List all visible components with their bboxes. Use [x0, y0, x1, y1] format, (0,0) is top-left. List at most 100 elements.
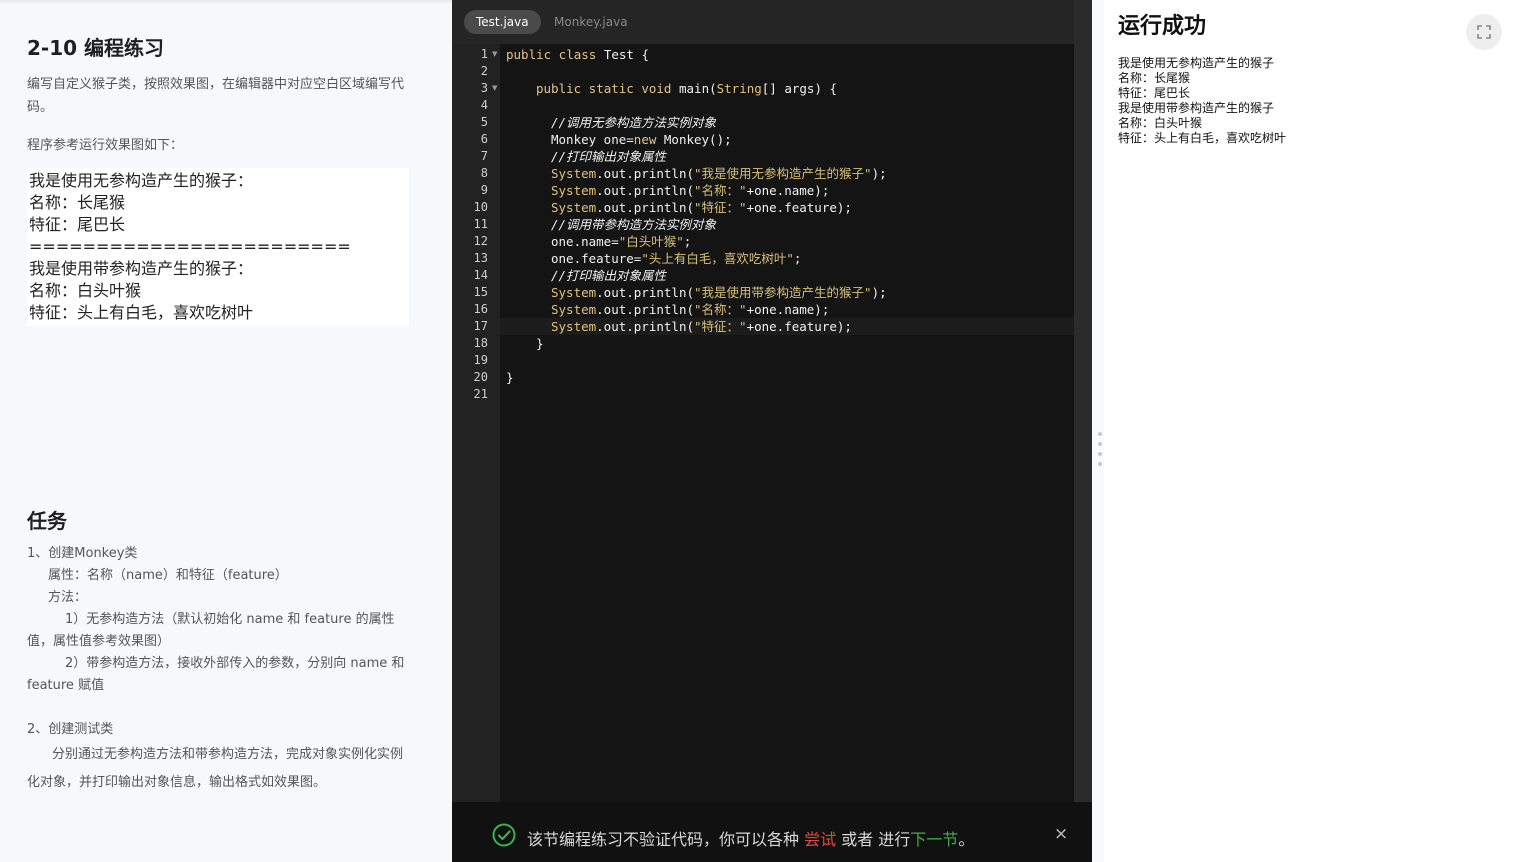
- code-text: .out.println(: [596, 166, 694, 181]
- code-text: );: [871, 166, 887, 181]
- demo-line: ========================: [29, 237, 351, 256]
- keyword: public class: [506, 47, 597, 62]
- notice-text: 该节编程练习不验证代码，你可以各种 尝试 或者 进行下一节。: [527, 826, 974, 850]
- string: "特征：": [694, 200, 747, 215]
- demo-line: 特征：尾巴长: [29, 215, 126, 234]
- task-detail: 1）无参构造方法（默认初始化 name 和 feature 的属性值，属性值参考…: [27, 612, 395, 649]
- line-number: 2: [480, 64, 488, 78]
- notice-part: 或者 进行: [836, 830, 911, 849]
- code-text: +one.feature);: [746, 319, 852, 334]
- code-text: +one.name);: [746, 302, 830, 317]
- line-number: 9: [480, 183, 488, 197]
- drag-handle-icon[interactable]: [1096, 430, 1104, 470]
- code-line: System.out.println("名称："+one.name);: [551, 182, 829, 199]
- code-comment: //打印输出对象属性: [551, 268, 667, 283]
- top-shadow: [0, 0, 452, 4]
- code-text: +one.name);: [746, 183, 830, 198]
- notice-bar: 该节编程练习不验证代码，你可以各种 尝试 或者 进行下一节。 ×: [452, 802, 1092, 862]
- line-number: 1: [480, 47, 488, 61]
- code-line: System.out.println("名称："+one.name);: [551, 301, 829, 318]
- task-title: 任务: [27, 509, 67, 533]
- task-detail: 方法：: [48, 590, 88, 605]
- type: System: [551, 200, 597, 215]
- line-number: 13: [473, 251, 488, 265]
- code-text: main(: [671, 81, 717, 96]
- handle-dot: [1098, 452, 1102, 456]
- line-number: 6: [480, 132, 488, 146]
- type: System: [551, 285, 597, 300]
- string: "名称：": [694, 183, 747, 198]
- demo-line: 名称：白头叶猴: [29, 281, 142, 300]
- task-item: 1、创建Monkey类: [27, 546, 138, 561]
- code-text: ;: [683, 234, 692, 249]
- line-number: 21: [473, 387, 488, 401]
- code-comment: //调用无参构造方法实例对象: [551, 115, 717, 130]
- line-number: 20: [473, 370, 488, 384]
- code-area[interactable]: public class Test { public static void m…: [500, 44, 1074, 802]
- fold-arrow-icon[interactable]: ▼: [492, 50, 497, 58]
- tab-test-java[interactable]: Test.java: [464, 10, 541, 34]
- check-circle-icon: [492, 823, 516, 847]
- line-number: 18: [473, 336, 488, 350]
- code-text: .out.println(: [596, 200, 694, 215]
- code-text: .out.println(: [596, 302, 694, 317]
- code-text: +one.feature);: [746, 200, 852, 215]
- notice-part: 该节编程练习不验证代码，你可以各种: [527, 830, 805, 849]
- code-text: Monkey();: [656, 132, 732, 147]
- task-detail: 2）带参构造方法，接收外部传入的参数，分别向 name 和 feature 赋值: [27, 656, 405, 693]
- code-text: Test {: [596, 47, 649, 62]
- output-line: 特征：尾巴长: [1118, 86, 1191, 100]
- type: System: [551, 319, 597, 334]
- exercise-description: 编写自定义猴子类，按照效果图，在编辑器中对应空白区域编写代码。: [27, 77, 405, 115]
- close-icon[interactable]: ×: [1054, 824, 1068, 844]
- notice-part: 。: [958, 830, 975, 849]
- handle-dot: [1098, 442, 1102, 446]
- editor-scrollbar[interactable]: [1074, 0, 1092, 802]
- demo-line: 我是使用无参构造产生的猴子：: [29, 171, 254, 190]
- current-line: System.out.println("特征："+one.feature);: [500, 318, 1074, 335]
- fold-arrow-icon[interactable]: ▼: [492, 84, 497, 92]
- task-item: 2、创建测试类: [27, 722, 114, 737]
- code-line: public class Test {: [506, 46, 649, 63]
- tab-monkey-java[interactable]: Monkey.java: [542, 10, 640, 34]
- code-editor: Test.java Monkey.java 1 2 3 4 5 6 7 8 9 …: [452, 0, 1092, 862]
- fullscreen-icon: [1477, 25, 1491, 39]
- code-line: Monkey one=new Monkey();: [551, 131, 732, 148]
- code-comment: //打印输出对象属性: [551, 149, 667, 164]
- output-line: 名称：白头叶猴: [1118, 116, 1203, 130]
- demo-line: 名称：长尾猴: [29, 193, 126, 212]
- keyword: public static void: [536, 81, 672, 96]
- string: "我是使用带参构造产生的猴子": [694, 285, 872, 300]
- file-tabs: Test.java Monkey.java: [452, 0, 1074, 44]
- code-text: );: [871, 285, 887, 300]
- code-text: .out.println(: [596, 285, 694, 300]
- line-number: 11: [473, 217, 488, 231]
- output-line: 名称：长尾猴: [1118, 71, 1191, 85]
- handle-dot: [1098, 432, 1102, 436]
- code-line: one.name="白头叶猴";: [551, 233, 691, 250]
- type: System: [551, 183, 597, 198]
- exercise-title: 2-10 编程练习: [27, 36, 165, 60]
- reference-label: 程序参考运行效果图如下：: [27, 138, 184, 153]
- output-panel: 运行成功 我是使用无参构造产生的猴子 名称：长尾猴 特征：尾巴长 我是使用带参构…: [1104, 0, 1519, 862]
- code-comment: //调用带参构造方法实例对象: [551, 217, 717, 232]
- fullscreen-button[interactable]: [1466, 14, 1502, 50]
- demo-output-image: 我是使用无参构造产生的猴子： 名称：长尾猴 特征：尾巴长 ===========…: [27, 168, 409, 326]
- output-line: 特征：头上有白毛，喜欢吃树叶: [1118, 131, 1287, 145]
- code-line: }: [536, 336, 544, 351]
- code-text: .out.println(: [596, 183, 694, 198]
- type: String: [716, 81, 762, 96]
- demo-line: 特征：头上有白毛，喜欢吃树叶: [29, 303, 254, 322]
- string: "我是使用无参构造产生的猴子": [694, 166, 872, 181]
- try-link[interactable]: 尝试: [804, 830, 836, 849]
- line-number: 5: [480, 115, 488, 129]
- line-number: 15: [473, 285, 488, 299]
- code-text: .out.println(: [596, 319, 694, 334]
- next-section-link[interactable]: 下一节: [910, 830, 958, 849]
- code-line: one.feature="头上有白毛，喜欢吃树叶";: [551, 250, 801, 267]
- line-number-gutter: 1 2 3 4 5 6 7 8 9 10 11 12 13 14 15 16 1…: [452, 44, 500, 802]
- code-line: System.out.println("特征："+one.feature);: [551, 199, 852, 216]
- string: "特征：": [694, 319, 747, 334]
- line-number: 10: [473, 200, 488, 214]
- line-number: 14: [473, 268, 488, 282]
